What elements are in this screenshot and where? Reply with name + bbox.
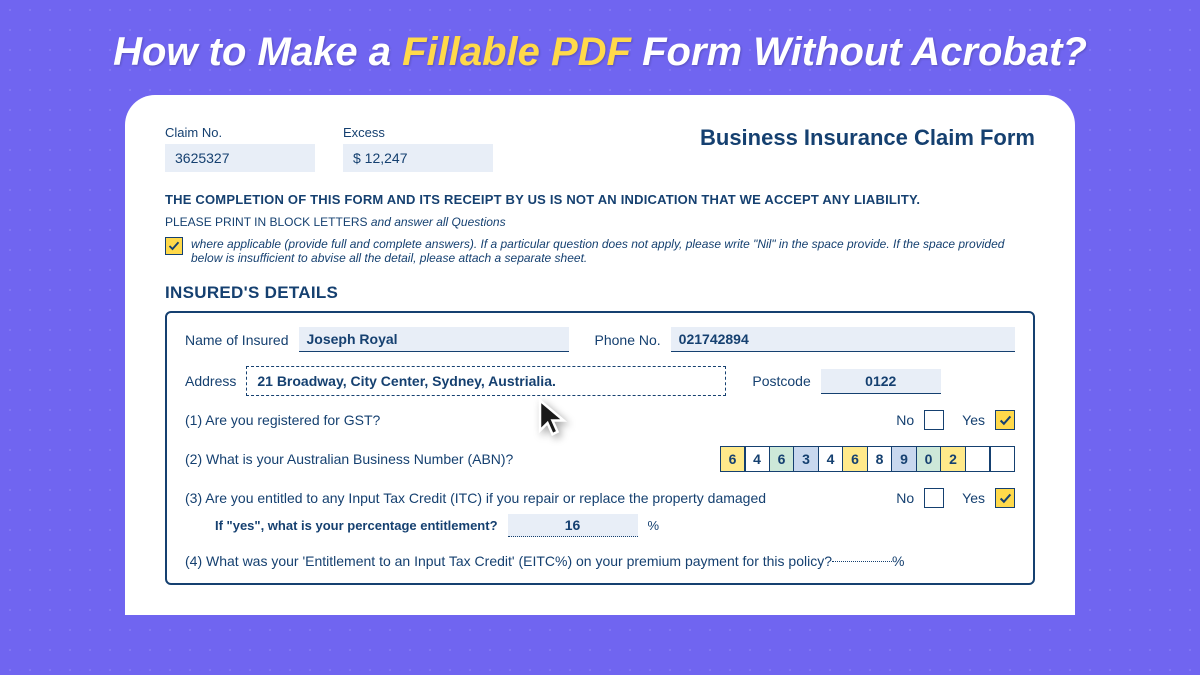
q3-percent-sign: %: [648, 518, 660, 533]
q1-no-checkbox[interactable]: [924, 410, 944, 430]
excess-input[interactable]: $ 12,247: [343, 144, 493, 172]
claim-no-label: Claim No.: [165, 125, 315, 140]
postcode-input[interactable]: 0122: [821, 369, 941, 394]
q3-yes-label: Yes: [962, 490, 985, 506]
abn-cell-2[interactable]: 6: [769, 446, 795, 472]
headline-part1: How to Make a: [113, 30, 402, 74]
question-1-row: (1) Are you registered for GST? No Yes: [185, 410, 1015, 430]
instruction-italic: and answer all Questions: [371, 215, 506, 229]
excess-label: Excess: [343, 125, 493, 140]
form-title: Business Insurance Claim Form: [700, 125, 1035, 151]
phone-label: Phone No.: [595, 332, 661, 348]
q4-text: (4) What was your 'Entitlement to an Inp…: [185, 553, 832, 569]
q3-sub-row: If "yes", what is your percentage entitl…: [215, 514, 1015, 537]
insured-details-title: INSURED'S DETAILS: [165, 283, 1035, 303]
abn-cell-0[interactable]: 6: [720, 446, 746, 472]
excess-group: Excess $ 12,247: [343, 125, 493, 172]
q3-percentage-input[interactable]: 16: [508, 514, 638, 537]
abn-cell-10[interactable]: [965, 446, 991, 472]
check-instruction-text: where applicable (provide full and compl…: [191, 237, 1035, 265]
instruction-plain: PLEASE PRINT IN BLOCK LETTERS: [165, 215, 371, 229]
abn-cell-8[interactable]: 0: [916, 446, 942, 472]
name-label: Name of Insured: [185, 332, 289, 348]
abn-cell-6[interactable]: 8: [867, 446, 893, 472]
abn-cell-7[interactable]: 9: [891, 446, 917, 472]
page-headline: How to Make a Fillable PDF Form Without …: [0, 0, 1200, 95]
abn-cell-11[interactable]: [989, 446, 1015, 472]
question-4-row: (4) What was your 'Entitlement to an Inp…: [185, 553, 1015, 569]
abn-cell-9[interactable]: 2: [940, 446, 966, 472]
check-icon: [165, 237, 183, 255]
q2-text: (2) What is your Australian Business Num…: [185, 451, 720, 467]
q1-yes-label: Yes: [962, 412, 985, 428]
abn-input-boxes[interactable]: 6 4 6 3 4 6 8 9 0 2: [720, 446, 1016, 472]
q3-no-checkbox[interactable]: [924, 488, 944, 508]
form-card: Claim No. 3625327 Excess $ 12,247 Busine…: [125, 95, 1075, 615]
claim-no-group: Claim No. 3625327: [165, 125, 315, 172]
disclaimer-text: THE COMPLETION OF THIS FORM AND ITS RECE…: [165, 192, 1035, 207]
q1-no-label: No: [896, 412, 914, 428]
abn-cell-3[interactable]: 3: [793, 446, 819, 472]
abn-cell-5[interactable]: 6: [842, 446, 868, 472]
check-instruction-line: where applicable (provide full and compl…: [165, 237, 1035, 265]
postcode-label: Postcode: [752, 373, 810, 389]
q4-blank-input[interactable]: [832, 561, 892, 562]
abn-cell-4[interactable]: 4: [818, 446, 844, 472]
q1-yes-checkbox[interactable]: [995, 410, 1015, 430]
address-label: Address: [185, 373, 236, 389]
instruction-line: PLEASE PRINT IN BLOCK LETTERS and answer…: [165, 215, 1035, 229]
cursor-pointer-icon: [535, 398, 575, 438]
insured-details-box: Name of Insured Joseph Royal Phone No. 0…: [165, 311, 1035, 585]
q4-percent-sign: %: [892, 553, 904, 569]
question-3-row: (3) Are you entitled to any Input Tax Cr…: [185, 488, 1015, 508]
q3-text: (3) Are you entitled to any Input Tax Cr…: [185, 490, 896, 506]
abn-cell-1[interactable]: 4: [744, 446, 770, 472]
claim-no-input[interactable]: 3625327: [165, 144, 315, 172]
q3-yes-checkbox[interactable]: [995, 488, 1015, 508]
q3-no-label: No: [896, 490, 914, 506]
headline-part2: Form Without Acrobat?: [631, 30, 1087, 74]
question-2-row: (2) What is your Australian Business Num…: [185, 446, 1015, 472]
q3-sub-label: If "yes", what is your percentage entitl…: [215, 518, 498, 533]
name-input[interactable]: Joseph Royal: [299, 327, 569, 352]
headline-highlight: Fillable PDF: [402, 30, 631, 74]
address-input[interactable]: 21 Broadway, City Center, Sydney, Austri…: [246, 366, 726, 396]
phone-input[interactable]: 021742894: [671, 327, 1015, 352]
